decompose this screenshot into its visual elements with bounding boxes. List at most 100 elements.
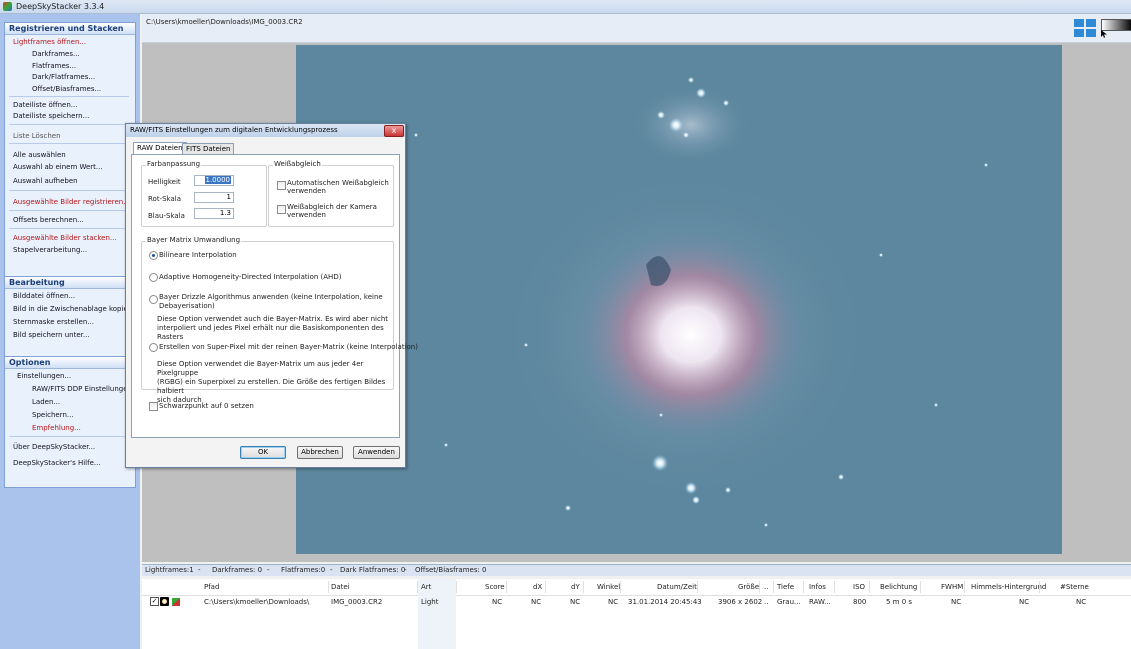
- status-separator: -: [330, 566, 333, 574]
- bilinear-label: Bilineare Interpolation: [159, 251, 237, 259]
- col-dx[interactable]: dX: [533, 583, 542, 591]
- sidebar-item-register-8[interactable]: Alle auswählen: [13, 151, 66, 159]
- sidebar-item-register-9[interactable]: Auswahl ab einem Wert...: [13, 163, 103, 171]
- sidebar-item-register-0[interactable]: Lightframes öffnen...: [13, 38, 86, 46]
- col-iso[interactable]: ISO: [853, 583, 865, 591]
- col-art[interactable]: Art: [421, 583, 431, 591]
- bayer-drizzle-radio[interactable]: [149, 295, 158, 304]
- sidebar-item-register-3[interactable]: Dark/Flatframes...: [32, 73, 95, 81]
- ok-button[interactable]: OK: [240, 446, 286, 459]
- col-score[interactable]: Score: [485, 583, 505, 591]
- view-mode-icon[interactable]: [1073, 18, 1099, 38]
- sidebar-item-register-11[interactable]: Ausgewählte Bilder registrieren...: [13, 198, 130, 206]
- bayer-drizzle-description: Diese Option verwendet auch die Bayer-Ma…: [157, 315, 389, 341]
- cancel-button[interactable]: Abbrechen: [297, 446, 343, 459]
- raw-tab-panel: Farbanpassung Helligkeit 1.0000 Rot-Skal…: [131, 154, 418, 438]
- col-sterne[interactable]: #Sterne: [1060, 583, 1089, 591]
- sidebar-item-register-10[interactable]: Auswahl aufheben: [13, 177, 78, 185]
- col-himmel[interactable]: Himmels-Hintergrund: [971, 583, 1046, 591]
- menu-separator: [9, 210, 129, 211]
- cursor-arrow-icon: [1101, 30, 1107, 38]
- col-dy[interactable]: dY: [571, 583, 580, 591]
- sidebar-item-register-7[interactable]: Liste Löschen: [13, 132, 61, 140]
- darkframes-count: Darkframes: 0: [212, 566, 263, 574]
- sidebar-item-register-14[interactable]: Stapelverarbeitung...: [13, 246, 87, 254]
- super-pixel-label: Erstellen von Super-Pixel mit der reinen…: [159, 343, 418, 351]
- sidebar-item-edit-0[interactable]: Bilddatei öffnen...: [13, 292, 75, 300]
- path-bar: C:\Users\kmoeller\Downloads\IMG_0003.CR2: [142, 14, 1131, 43]
- color-adjust-legend: Farbanpassung: [146, 160, 202, 168]
- row-winkel: NC: [608, 598, 619, 606]
- sidebar-item-edit-2[interactable]: Sternmaske erstellen...: [13, 318, 94, 326]
- row-groesse: 3906 x 2602: [718, 598, 763, 606]
- sidebar-item-options-3[interactable]: Speichern...: [32, 411, 74, 419]
- sidebar-item-options-5[interactable]: Über DeepSkyStacker...: [13, 443, 95, 451]
- options-header: Optionen: [5, 357, 135, 369]
- sidebar-item-register-6[interactable]: Dateiliste speichern...: [13, 112, 89, 120]
- col-winkel[interactable]: Winkel: [597, 583, 620, 591]
- dialog-close-button[interactable]: x: [384, 125, 404, 137]
- auto-white-balance-checkbox[interactable]: [277, 181, 286, 190]
- col-infos[interactable]: Infos: [809, 583, 826, 591]
- sidebar-item-register-1[interactable]: Darkframes...: [32, 50, 80, 58]
- col-belichtung[interactable]: Belichtung: [880, 583, 917, 591]
- col-groesse[interactable]: Größe: [738, 583, 759, 591]
- row-tiefe: Grau...: [777, 598, 801, 606]
- col-dots[interactable]: ..: [764, 583, 768, 591]
- col-datum[interactable]: Datum/Zeit: [657, 583, 697, 591]
- flatframes-count: Flatframes:0: [281, 566, 326, 574]
- astro-image[interactable]: [296, 45, 1062, 554]
- edit-panel: Bearbeitung Bilddatei öffnen... Bild in d…: [4, 276, 139, 360]
- dark-flatframes-count: Dark Flatframes: 0: [340, 566, 406, 574]
- black-point-label: Schwarzpunkt auf 0 setzen: [159, 402, 254, 410]
- camera-white-balance-checkbox[interactable]: [277, 205, 286, 214]
- options-panel: Optionen Einstellungen... RAW/FITS DDP Ei…: [4, 356, 139, 488]
- red-scale-input[interactable]: 1: [194, 192, 234, 203]
- tab-raw-files[interactable]: RAW Dateien: [133, 142, 187, 154]
- apply-button[interactable]: Anwenden: [353, 446, 400, 459]
- sidebar-item-register-4[interactable]: Offset/Biasframes...: [32, 85, 101, 93]
- row-pfad: C:\Users\kmoeller\Downloads\: [204, 598, 310, 606]
- super-pixel-description: Diese Option verwendet die Bayer-Matrix …: [157, 360, 386, 404]
- register-stack-panel: Registrieren und Stacken Lightframes öff…: [4, 22, 136, 278]
- bayer-matrix-legend: Bayer Matrix Umwandlung: [146, 236, 242, 244]
- sidebar-item-register-13[interactable]: Ausgewählte Bilder stacken...: [13, 234, 117, 242]
- row-dx: NC: [531, 598, 542, 606]
- col-tiefe[interactable]: Tiefe: [777, 583, 794, 591]
- bilinear-radio[interactable]: [149, 251, 158, 260]
- sidebar-item-options-2[interactable]: Laden...: [32, 398, 60, 406]
- sidebar-item-options-4[interactable]: Empfehlung...: [32, 424, 81, 432]
- raw-fits-settings-dialog: RAW/FITS Einstellungen zum digitalen Ent…: [125, 123, 418, 468]
- sidebar-item-edit-3[interactable]: Bild speichern unter...: [13, 331, 90, 339]
- menu-separator: [9, 228, 129, 229]
- ahd-radio[interactable]: [149, 273, 158, 282]
- col-datei[interactable]: Datei: [331, 583, 350, 591]
- blue-scale-input[interactable]: 1.3: [194, 208, 234, 219]
- table-row[interactable]: ✓ C:\Users\kmoeller\Downloads\ IMG_0003.…: [142, 596, 1131, 608]
- brightness-input[interactable]: 1.0000: [194, 175, 234, 186]
- row-datum: 31.01.2014 20:45:43: [628, 598, 702, 606]
- black-point-checkbox[interactable]: [149, 402, 158, 411]
- sidebar-item-options-1[interactable]: RAW/FITS DDP Einstellungen...: [32, 385, 139, 393]
- dialog-title: RAW/FITS Einstellungen zum digitalen Ent…: [130, 126, 338, 134]
- auto-white-balance-label: Automatischen Weißabgleich verwenden: [287, 179, 389, 195]
- sidebar-item-register-12[interactable]: Offsets berechnen...: [13, 216, 84, 224]
- row-checkbox[interactable]: ✓: [150, 597, 159, 606]
- status-separator: -: [404, 566, 407, 574]
- row-infos: RAW...: [809, 598, 831, 606]
- row-sterne: NC: [1076, 598, 1087, 606]
- row-iso: 800: [853, 598, 867, 606]
- col-pfad[interactable]: Pfad: [204, 583, 219, 591]
- sidebar-item-register-2[interactable]: Flatframes...: [32, 62, 76, 70]
- sidebar-item-edit-1[interactable]: Bild in die Zwischenablage kopieren: [13, 305, 139, 313]
- status-separator: -: [198, 566, 201, 574]
- col-fwhm[interactable]: FWHM: [941, 583, 963, 591]
- super-pixel-radio[interactable]: [149, 343, 158, 352]
- edit-header: Bearbeitung: [5, 277, 135, 289]
- sidebar-item-register-5[interactable]: Dateiliste öffnen...: [13, 101, 77, 109]
- current-file-path: C:\Users\kmoeller\Downloads\IMG_0003.CR2: [146, 18, 303, 26]
- sidebar: Registrieren und Stacken Lightframes öff…: [0, 14, 140, 649]
- status-separator: -: [267, 566, 270, 574]
- sidebar-item-options-0[interactable]: Einstellungen...: [17, 372, 71, 380]
- sidebar-item-options-6[interactable]: DeepSkyStacker's Hilfe...: [13, 459, 101, 467]
